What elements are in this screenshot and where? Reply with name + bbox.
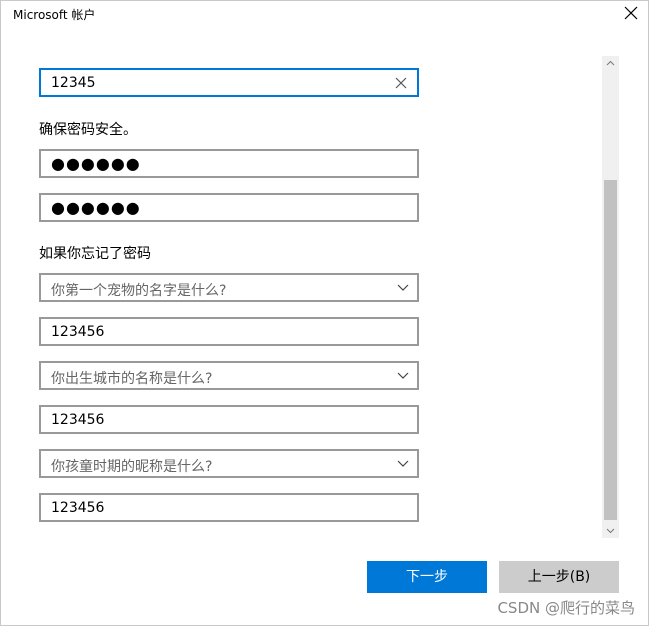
security-answer-3-input[interactable]: 123456	[39, 493, 419, 522]
security-question-1-select[interactable]: 你第一个宠物的名字是什么?	[39, 273, 419, 302]
window-title: Microsoft 帐户	[13, 8, 96, 22]
vertical-scrollbar[interactable]	[602, 56, 619, 538]
username-input[interactable]: 12345	[39, 68, 419, 97]
security-answer-2-input[interactable]: 123456	[39, 405, 419, 434]
confirm-password-value: ●●●●●●	[51, 198, 141, 217]
next-button[interactable]: 下一步	[367, 561, 487, 593]
security-answer-2-value: 123456	[51, 412, 105, 428]
username-value: 12345	[51, 75, 96, 91]
password-hint-label: 确保密码安全。	[39, 122, 137, 138]
chevron-down-icon	[397, 372, 409, 379]
security-question-3-text: 你孩童时期的昵称是什么?	[51, 459, 213, 475]
scrollbar-thumb[interactable]	[604, 180, 617, 520]
security-question-1-text: 你第一个宠物的名字是什么?	[51, 283, 227, 299]
clear-icon[interactable]	[395, 77, 407, 89]
back-button[interactable]: 上一步(B)	[499, 561, 619, 593]
chevron-down-icon	[397, 460, 409, 467]
security-answer-1-value: 123456	[51, 324, 105, 340]
scroll-down-arrow-icon[interactable]	[602, 523, 619, 538]
password-input[interactable]: ●●●●●●	[39, 149, 419, 178]
security-question-2-select[interactable]: 你出生城市的名称是什么?	[39, 361, 419, 390]
security-question-2-text: 你出生城市的名称是什么?	[51, 371, 213, 387]
close-icon[interactable]	[624, 6, 638, 20]
watermark: CSDN @爬行的菜鸟	[497, 599, 635, 617]
security-questions-heading: 如果你忘记了密码	[39, 246, 151, 262]
confirm-password-input[interactable]: ●●●●●●	[39, 193, 419, 222]
security-question-3-select[interactable]: 你孩童时期的昵称是什么?	[39, 449, 419, 478]
security-answer-3-value: 123456	[51, 500, 105, 516]
microsoft-account-window: Microsoft 帐户 12345 确保密码安全。 ●●●●●● ●●●●●●…	[0, 0, 649, 626]
password-value: ●●●●●●	[51, 154, 141, 173]
scroll-up-arrow-icon[interactable]	[602, 56, 619, 71]
title-bar: Microsoft 帐户	[1, 1, 648, 29]
chevron-down-icon	[397, 284, 409, 291]
security-answer-1-input[interactable]: 123456	[39, 317, 419, 346]
